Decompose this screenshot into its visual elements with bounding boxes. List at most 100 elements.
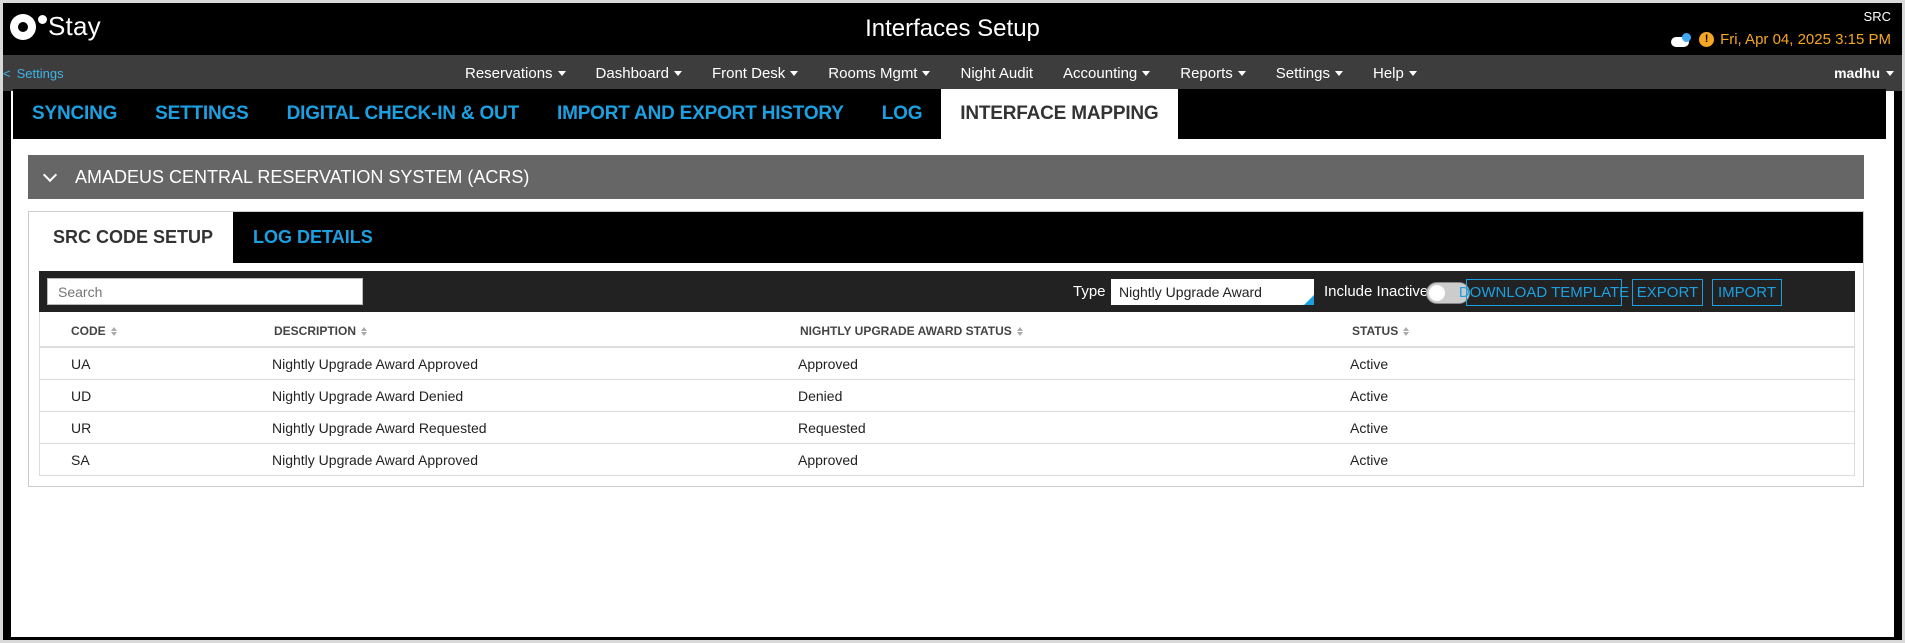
- chevron-down-icon: [673, 70, 682, 76]
- nav-item-label: Accounting: [1063, 64, 1138, 82]
- back-arrow-icon: <: [3, 66, 11, 81]
- table-cell: Active: [1350, 388, 1389, 404]
- page-title: Interfaces Setup: [865, 15, 1040, 42]
- column-header-label: STATUS: [1352, 324, 1399, 338]
- nav-item-reservations[interactable]: Reservations: [465, 65, 566, 82]
- table-cell: Nightly Upgrade Award Denied: [272, 388, 464, 404]
- table-row[interactable]: UA Nightly Upgrade Award Approved Approved…: [39, 348, 1855, 380]
- sub-tabs: SRC CODE SETUP LOG DETAILS: [29, 212, 1863, 263]
- chevron-down-icon: [1142, 70, 1151, 76]
- dropdown-corner-icon: [1304, 295, 1314, 305]
- table-cell: Nightly Upgrade Award Approved: [272, 452, 478, 468]
- nav-item-label: Night Audit: [960, 64, 1034, 82]
- type-select-value: Nightly Upgrade Award: [1119, 284, 1262, 300]
- sort-icon: [110, 326, 117, 336]
- chevron-down-icon: [1334, 70, 1343, 76]
- top-header: Stay Interfaces Setup SRC ! Fri, Apr 04,…: [3, 3, 1902, 55]
- table-cell: UD: [71, 388, 92, 404]
- chevron-down-icon: [1886, 70, 1894, 76]
- nav-item-label: Front Desk: [711, 64, 786, 82]
- include-inactive-label: Include Inactive: [1324, 283, 1429, 300]
- weather-icon[interactable]: [1671, 32, 1693, 47]
- table-toolbar: Type Nightly Upgrade Award Include Inact…: [39, 271, 1855, 312]
- import-button[interactable]: IMPORT: [1712, 279, 1782, 306]
- src-code-panel: SRC CODE SETUPLOG DETAILS Type Nightly U…: [28, 211, 1864, 487]
- column-header-description[interactable]: DESCRIPTION: [274, 324, 368, 338]
- table-cell: Approved: [798, 356, 858, 372]
- table-cell: Active: [1350, 452, 1389, 468]
- table-header: CODE DESCRIPTION NIGHTLY UPGRADE AWARD STA…: [39, 312, 1855, 348]
- subtab-src-code-setup[interactable]: SRC CODE SETUP: [29, 212, 234, 263]
- table-cell: Denied: [798, 388, 843, 404]
- chevron-down-icon: [1237, 70, 1246, 76]
- column-header-label: NIGHTLY UPGRADE AWARD STATUS: [800, 324, 1012, 338]
- tab-interface-mapping[interactable]: INTERFACE MAPPING: [941, 89, 1178, 139]
- nav-item-rooms-mgmt[interactable]: Rooms Mgmt: [828, 64, 931, 82]
- type-label: Type: [1073, 283, 1106, 300]
- chevron-down-icon: [42, 167, 58, 182]
- nav-item-label: Reports: [1180, 64, 1233, 82]
- tab-digital-check-in-out[interactable]: DIGITAL CHECK-IN & OUT: [268, 89, 538, 139]
- nav-item-settings[interactable]: Settings: [1276, 65, 1343, 82]
- type-select[interactable]: Nightly Upgrade Award: [1111, 279, 1314, 305]
- nav-menu: Reservations Dashboard Front Desk Rooms Mgm…: [465, 55, 1447, 91]
- nav-item-dashboard[interactable]: Dashboard: [596, 65, 682, 82]
- column-header-status[interactable]: STATUS: [1352, 324, 1410, 338]
- main-nav: < Settings Reservations Dashboard Front De…: [3, 55, 1902, 91]
- table-cell: Requested: [798, 420, 866, 436]
- accordion-title: AMADEUS CENTRAL RESERVATION SYSTEM (ACRS…: [75, 166, 530, 187]
- subtab-log-details[interactable]: LOG DETAILS: [233, 212, 393, 263]
- nav-item-label: Dashboard: [595, 64, 669, 82]
- datetime-display: ! Fri, Apr 04, 2025 3:15 PM: [1671, 31, 1891, 48]
- nav-item-label: Help: [1372, 64, 1404, 82]
- back-to-settings-link[interactable]: < Settings: [3, 66, 64, 81]
- column-header-label: CODE: [71, 324, 106, 338]
- nav-item-accounting[interactable]: Accounting: [1063, 64, 1151, 82]
- tab-settings[interactable]: SETTINGS: [136, 89, 267, 139]
- search-input[interactable]: [47, 278, 363, 305]
- nav-item-help[interactable]: Help: [1373, 65, 1417, 82]
- tab-import-and-export-history[interactable]: IMPORT AND EXPORT HISTORY: [538, 89, 863, 139]
- nav-item-label: Reservations: [465, 64, 553, 82]
- table-cell: SA: [71, 452, 90, 468]
- tab-log[interactable]: LOG: [863, 89, 942, 139]
- sort-icon: [1403, 326, 1410, 336]
- table-cell: Nightly Upgrade Award Requested: [272, 420, 487, 436]
- user-menu[interactable]: madhu: [1834, 65, 1894, 81]
- table-cell: Active: [1350, 420, 1389, 436]
- user-name: madhu: [1834, 65, 1880, 81]
- table-cell: UA: [71, 356, 91, 372]
- nav-item-night-audit[interactable]: Night Audit: [960, 65, 1033, 82]
- codes-table: CODE DESCRIPTION NIGHTLY UPGRADE AWARD STA…: [39, 312, 1855, 476]
- nav-item-label: Rooms Mgmt: [828, 64, 918, 82]
- table-cell: Approved: [798, 452, 858, 468]
- alert-icon[interactable]: !: [1699, 32, 1715, 47]
- export-button[interactable]: EXPORT: [1632, 279, 1703, 306]
- table-cell: UR: [71, 420, 92, 436]
- nav-item-label: Settings: [1275, 64, 1330, 82]
- back-link-label: Settings: [16, 66, 64, 81]
- tab-syncing[interactable]: SYNCING: [13, 89, 136, 139]
- nav-item-reports[interactable]: Reports: [1180, 65, 1246, 82]
- table-row[interactable]: SA Nightly Upgrade Award Approved Approved…: [39, 444, 1855, 476]
- column-header-code[interactable]: CODE: [71, 324, 117, 338]
- accordion-header[interactable]: AMADEUS CENTRAL RESERVATION SYSTEM (ACRS…: [28, 155, 1864, 199]
- column-header-nightly-upgrade-award-status[interactable]: NIGHTLY UPGRADE AWARD STATUS: [800, 324, 1023, 338]
- column-header-label: DESCRIPTION: [274, 324, 357, 338]
- table-row[interactable]: UD Nightly Upgrade Award Denied Denied Acti…: [39, 380, 1855, 412]
- table-row[interactable]: UR Nightly Upgrade Award Requested Request…: [39, 412, 1855, 444]
- property-code: SRC: [1863, 9, 1891, 24]
- table-cell: Active: [1350, 356, 1389, 372]
- download-template-button[interactable]: DOWNLOAD TEMPLATE: [1459, 279, 1629, 306]
- chevron-down-icon: [922, 70, 931, 76]
- table-cell: Nightly Upgrade Award Approved: [272, 356, 478, 372]
- chevron-down-icon: [557, 70, 566, 76]
- interface-tabs: SYNCING SETTINGS DIGITAL CHECK-IN & OUT IMP…: [13, 89, 1886, 139]
- datetime-text: Fri, Apr 04, 2025 3:15 PM: [1720, 31, 1891, 48]
- chevron-down-icon: [1408, 70, 1417, 76]
- sort-icon: [1016, 326, 1023, 336]
- nav-item-front-desk[interactable]: Front Desk: [711, 64, 799, 82]
- table-body: UA Nightly Upgrade Award Approved Approved…: [39, 348, 1855, 476]
- chevron-down-icon: [790, 70, 799, 76]
- sort-icon: [361, 326, 368, 336]
